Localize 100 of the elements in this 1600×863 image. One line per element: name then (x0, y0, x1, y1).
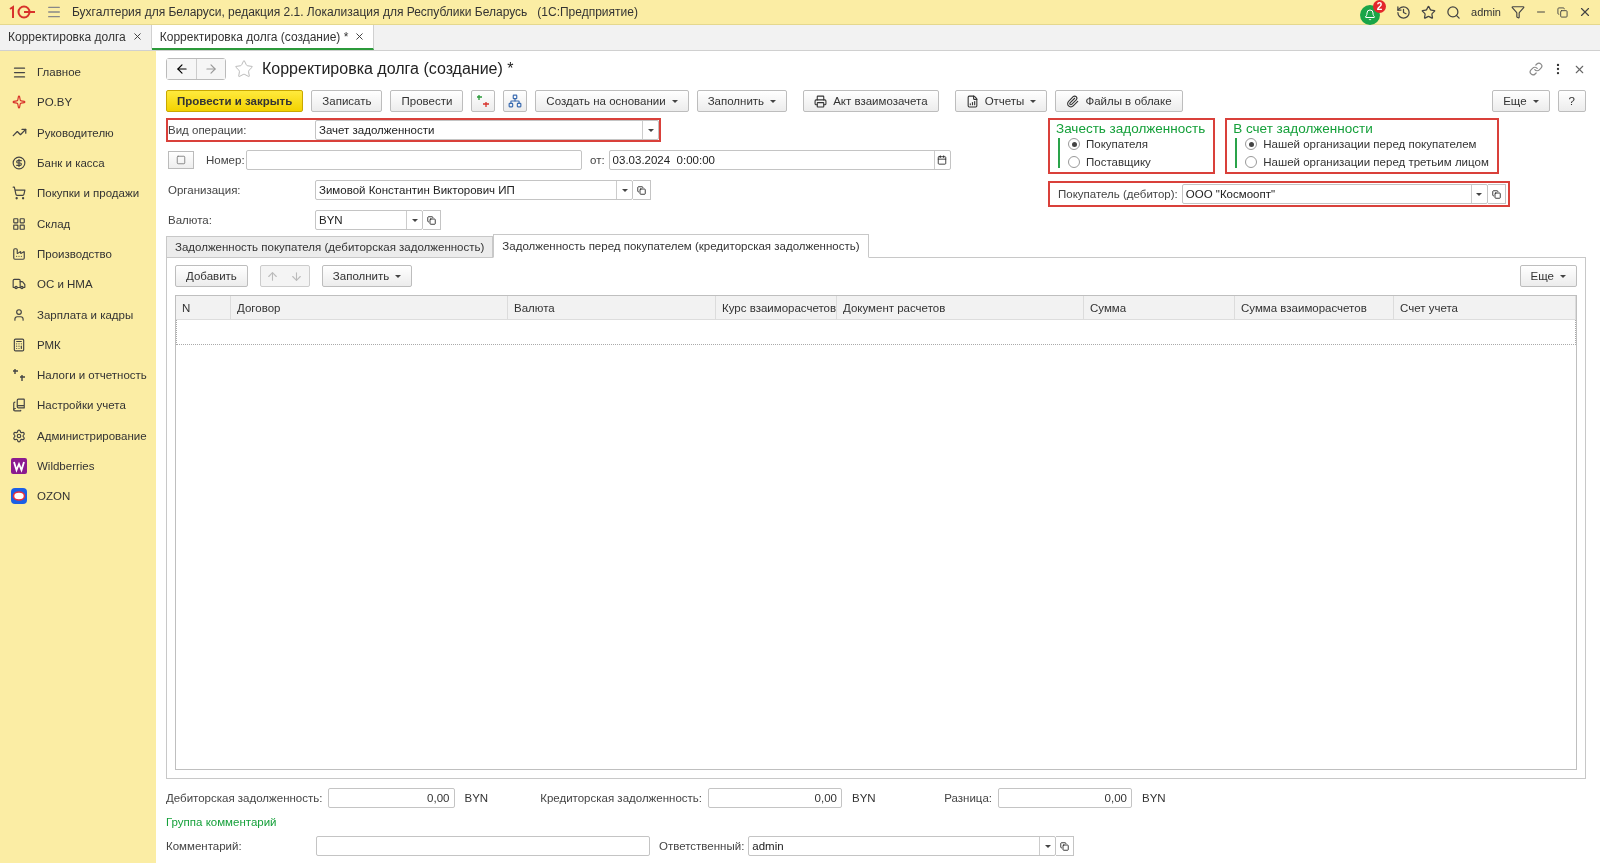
section-tab[interactable]: Задолженность перед покупателем (кредиторская задолженность) (493, 234, 869, 258)
reports-button[interactable]: Отчеты (954, 90, 1048, 112)
star-icon[interactable] (1421, 4, 1437, 20)
search-icon[interactable] (1446, 4, 1462, 20)
responsible-field[interactable]: admin (748, 836, 1057, 856)
form-title: Корректировка долга (создание) * (262, 60, 515, 78)
sidebar-item[interactable]: РМК (37, 338, 61, 351)
more-button[interactable]: Еще (1519, 265, 1577, 287)
printer-icon (814, 94, 828, 108)
books-icon (12, 398, 26, 413)
grid-icon (12, 216, 26, 231)
factory-icon (12, 246, 26, 261)
link-icon[interactable] (1529, 62, 1543, 76)
close-icon[interactable] (1578, 5, 1592, 19)
caret-icon (647, 128, 654, 132)
sidebar-item[interactable]: Производство (37, 247, 112, 260)
open-button[interactable] (1487, 184, 1506, 204)
funnel-icon[interactable] (1511, 5, 1525, 19)
print-button[interactable]: Акт взаимозачета (803, 90, 939, 112)
sidebar-item[interactable]: Руководителю (37, 126, 114, 139)
radio-button[interactable] (1245, 156, 1258, 168)
amount-field[interactable]: 0,00 (998, 788, 1132, 808)
cloud-files-button[interactable]: Файлы в облаке (1055, 90, 1183, 112)
toolbar-button[interactable]: Провести (390, 90, 464, 112)
radio-button[interactable] (1068, 138, 1080, 150)
favorite-star-icon[interactable] (234, 59, 254, 79)
comment-field[interactable] (316, 836, 650, 856)
open-button[interactable] (423, 210, 441, 230)
caret-icon (770, 99, 777, 103)
sidebar-item[interactable]: Настройки учета (37, 399, 126, 412)
toolbar-icon-button[interactable] (503, 90, 528, 112)
open-button[interactable] (1056, 836, 1075, 856)
sidebar-item[interactable]: Главное (37, 66, 81, 79)
sidebar-item[interactable]: Администрирование (37, 429, 147, 442)
sidebar-item[interactable]: Wildberries (37, 460, 95, 472)
structure-icon (508, 94, 523, 108)
table-row[interactable] (176, 320, 1576, 345)
column-header[interactable]: Курс взаиморасчетов (716, 296, 837, 319)
sidebar-item[interactable]: Зарплата и кадры (37, 308, 134, 321)
radio-label[interactable]: Нашей организации перед покупателем (1263, 138, 1477, 150)
operation-type-field[interactable]: Зачет задолженности (315, 120, 659, 140)
column-header[interactable]: Счет учета (1394, 296, 1576, 319)
column-header[interactable]: Сумма взаиморасчетов (1235, 296, 1394, 319)
post-and-close-button[interactable]: Провести и закрыть (166, 90, 304, 112)
radio-label[interactable]: Поставщику (1086, 156, 1151, 168)
toolbar-button[interactable]: Записать (311, 90, 383, 112)
close-icon[interactable] (131, 31, 143, 42)
currency-code: BYN (851, 792, 877, 804)
close-icon[interactable] (354, 31, 366, 42)
date-field[interactable]: 03.03.2024 0:00:00 (608, 150, 951, 170)
restore-icon[interactable] (1557, 6, 1568, 18)
column-header[interactable]: Сумма (1084, 296, 1235, 319)
section-tab[interactable]: Задолженность покупателя (дебиторская задолженность) (166, 236, 494, 258)
sidebar-item[interactable]: Покупки и продажи (37, 187, 140, 200)
notifications-button[interactable]: 2 (1360, 0, 1387, 25)
sidebar-item[interactable]: Склад (37, 217, 71, 230)
app-logo-icon (8, 4, 36, 20)
amount-field[interactable]: 0,00 (328, 788, 455, 808)
number-field[interactable] (246, 150, 582, 170)
coin-icon (12, 156, 26, 171)
sidebar-item[interactable]: PO.BY (37, 96, 73, 109)
comment-button[interactable] (168, 151, 194, 169)
sidebar-item[interactable]: Налоги и отчетность (37, 369, 147, 382)
column-header[interactable]: Договор (231, 296, 508, 319)
column-header[interactable]: Валюта (508, 296, 716, 319)
help-button[interactable]: ? (1557, 90, 1586, 112)
currency-field[interactable]: BYN (315, 210, 423, 230)
dropdown-button[interactable]: Создать на основании (535, 90, 689, 112)
column-header[interactable]: Документ расчетов (837, 296, 1084, 319)
radio-button[interactable] (1068, 156, 1080, 168)
organization-field[interactable]: Зимовой Константин Викторович ИП (315, 180, 633, 200)
comment-group-link[interactable]: Группа комментарий (166, 813, 1586, 831)
sidebar-item[interactable]: ОС и НМА (37, 278, 93, 291)
caret-icon (411, 218, 418, 222)
add-button[interactable]: Добавить (175, 265, 248, 287)
person-icon (12, 307, 26, 322)
counterparty-field[interactable]: ООО "Космоопт" (1181, 184, 1488, 204)
document-tab[interactable]: Корректировка долга (создание) * (151, 25, 375, 50)
amount-field[interactable]: 0,00 (708, 788, 842, 808)
column-header[interactable]: N (176, 296, 231, 319)
radio-button[interactable] (1245, 138, 1258, 150)
radio-label[interactable]: Нашей организации перед третьим лицом (1263, 156, 1489, 168)
more-button[interactable]: Еще (1492, 90, 1550, 112)
toolbar-icon-button[interactable] (471, 90, 496, 112)
user-name[interactable]: admin (1471, 6, 1501, 18)
open-button[interactable] (633, 180, 651, 200)
truck-icon (12, 277, 26, 292)
dropdown-button[interactable]: Заполнить (696, 90, 788, 112)
ozon-logo-icon (11, 488, 27, 505)
caret-icon (1044, 844, 1051, 848)
fill-button[interactable]: Заполнить (321, 265, 413, 287)
total-label: Дебиторская задолженность: (166, 792, 323, 804)
gear-icon (12, 428, 26, 443)
caret-icon (621, 188, 628, 192)
history-icon[interactable] (1396, 4, 1412, 20)
sidebar-item[interactable]: OZON (37, 490, 71, 503)
menu-icon[interactable] (46, 4, 62, 20)
back-button[interactable] (167, 59, 196, 79)
radio-label[interactable]: Покупателя (1086, 138, 1149, 150)
sidebar-item[interactable]: Банк и касса (37, 157, 105, 170)
